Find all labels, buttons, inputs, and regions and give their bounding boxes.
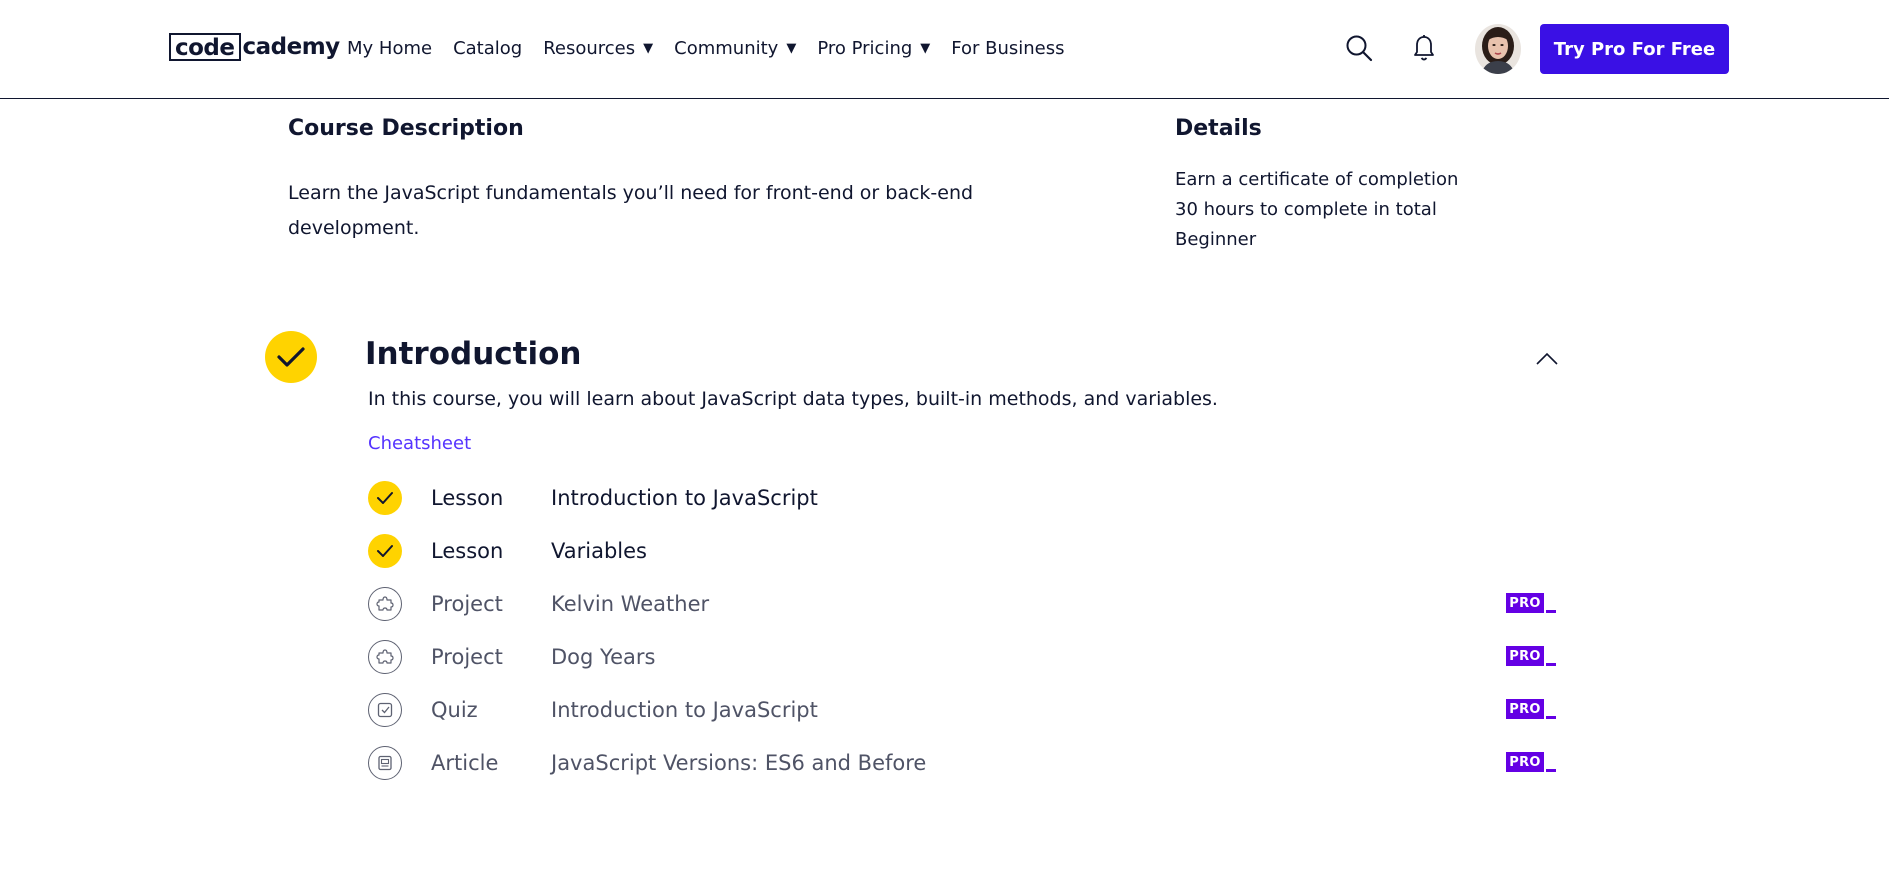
nav-resources[interactable]: Resources ▼: [543, 38, 653, 59]
top-nav-bar: code cademy My Home Catalog Resources ▼ Co…: [0, 0, 1889, 99]
item-type: Article: [431, 751, 499, 775]
chevron-up-icon[interactable]: [1533, 347, 1561, 371]
pro-badge-underline: [1546, 663, 1556, 666]
item-title: Kelvin Weather: [551, 592, 710, 616]
item-type: Project: [431, 592, 503, 616]
details-heading: Details: [1175, 116, 1262, 141]
module-item-row[interactable]: Quiz Introduction to JavaScript PRO: [368, 690, 1556, 730]
codecademy-logo[interactable]: code cademy: [169, 30, 340, 64]
pro-badge: PRO: [1506, 752, 1544, 772]
item-title: JavaScript Versions: ES6 and Before: [551, 751, 927, 775]
item-type: Project: [431, 645, 503, 669]
item-type: Lesson: [431, 486, 504, 510]
pro-badge-underline: [1546, 769, 1556, 772]
item-title: Dog Years: [551, 645, 656, 669]
main-nav: My Home Catalog Resources ▼ Community ▼ Pr…: [347, 36, 1086, 60]
item-title: Variables: [551, 539, 647, 563]
pro-badge: PRO: [1506, 699, 1544, 719]
user-avatar[interactable]: [1475, 24, 1521, 74]
pro-badge: PRO: [1506, 646, 1544, 666]
pro-badge-underline: [1546, 716, 1556, 719]
nav-community[interactable]: Community ▼: [674, 38, 796, 59]
module-title: Introduction: [365, 336, 582, 372]
nav-pro-pricing[interactable]: Pro Pricing ▼: [817, 38, 930, 59]
caret-down-icon: ▼: [920, 40, 931, 56]
item-title: Introduction to JavaScript: [551, 698, 818, 722]
detail-certificate: Earn a certificate of completion: [1175, 169, 1459, 190]
caret-down-icon: ▼: [643, 40, 654, 56]
cheatsheet-link[interactable]: Cheatsheet: [368, 433, 471, 454]
nav-my-home[interactable]: My Home: [347, 38, 432, 59]
try-pro-button[interactable]: Try Pro For Free: [1540, 24, 1729, 74]
module-item-row[interactable]: Lesson Introduction to JavaScript: [368, 478, 1556, 518]
details-list: Earn a certificate of completion 30 hour…: [1175, 165, 1458, 255]
course-description-text: Learn the JavaScript fundamentals you’ll…: [288, 182, 974, 239]
detail-duration: 30 hours to complete in total: [1175, 199, 1437, 220]
check-icon: [368, 534, 402, 568]
article-icon: [368, 746, 402, 780]
pro-badge-underline: [1546, 610, 1556, 613]
item-type: Lesson: [431, 539, 504, 563]
detail-level: Beginner: [1175, 229, 1257, 250]
module-item-row[interactable]: Project Kelvin Weather PRO: [368, 584, 1556, 624]
course-description-heading: Course Description: [288, 116, 524, 141]
item-title: Introduction to JavaScript: [551, 486, 818, 510]
module-item-row[interactable]: Project Dog Years PRO: [368, 637, 1556, 677]
puzzle-icon: [368, 640, 402, 674]
bell-icon[interactable]: [1409, 30, 1439, 66]
module-complete-check-icon: [265, 331, 317, 383]
pro-badge: PRO: [1506, 593, 1544, 613]
search-icon[interactable]: [1344, 30, 1374, 66]
caret-down-icon: ▼: [786, 40, 797, 56]
quiz-icon: [368, 693, 402, 727]
check-icon: [368, 481, 402, 515]
module-description: In this course, you will learn about Jav…: [368, 388, 1218, 410]
puzzle-icon: [368, 587, 402, 621]
nav-for-business[interactable]: For Business: [951, 38, 1064, 59]
module-item-row[interactable]: Lesson Variables: [368, 531, 1556, 571]
nav-catalog[interactable]: Catalog: [453, 38, 522, 59]
item-type: Quiz: [431, 698, 478, 722]
module-item-row[interactable]: Article JavaScript Versions: ES6 and Bef…: [368, 743, 1556, 783]
